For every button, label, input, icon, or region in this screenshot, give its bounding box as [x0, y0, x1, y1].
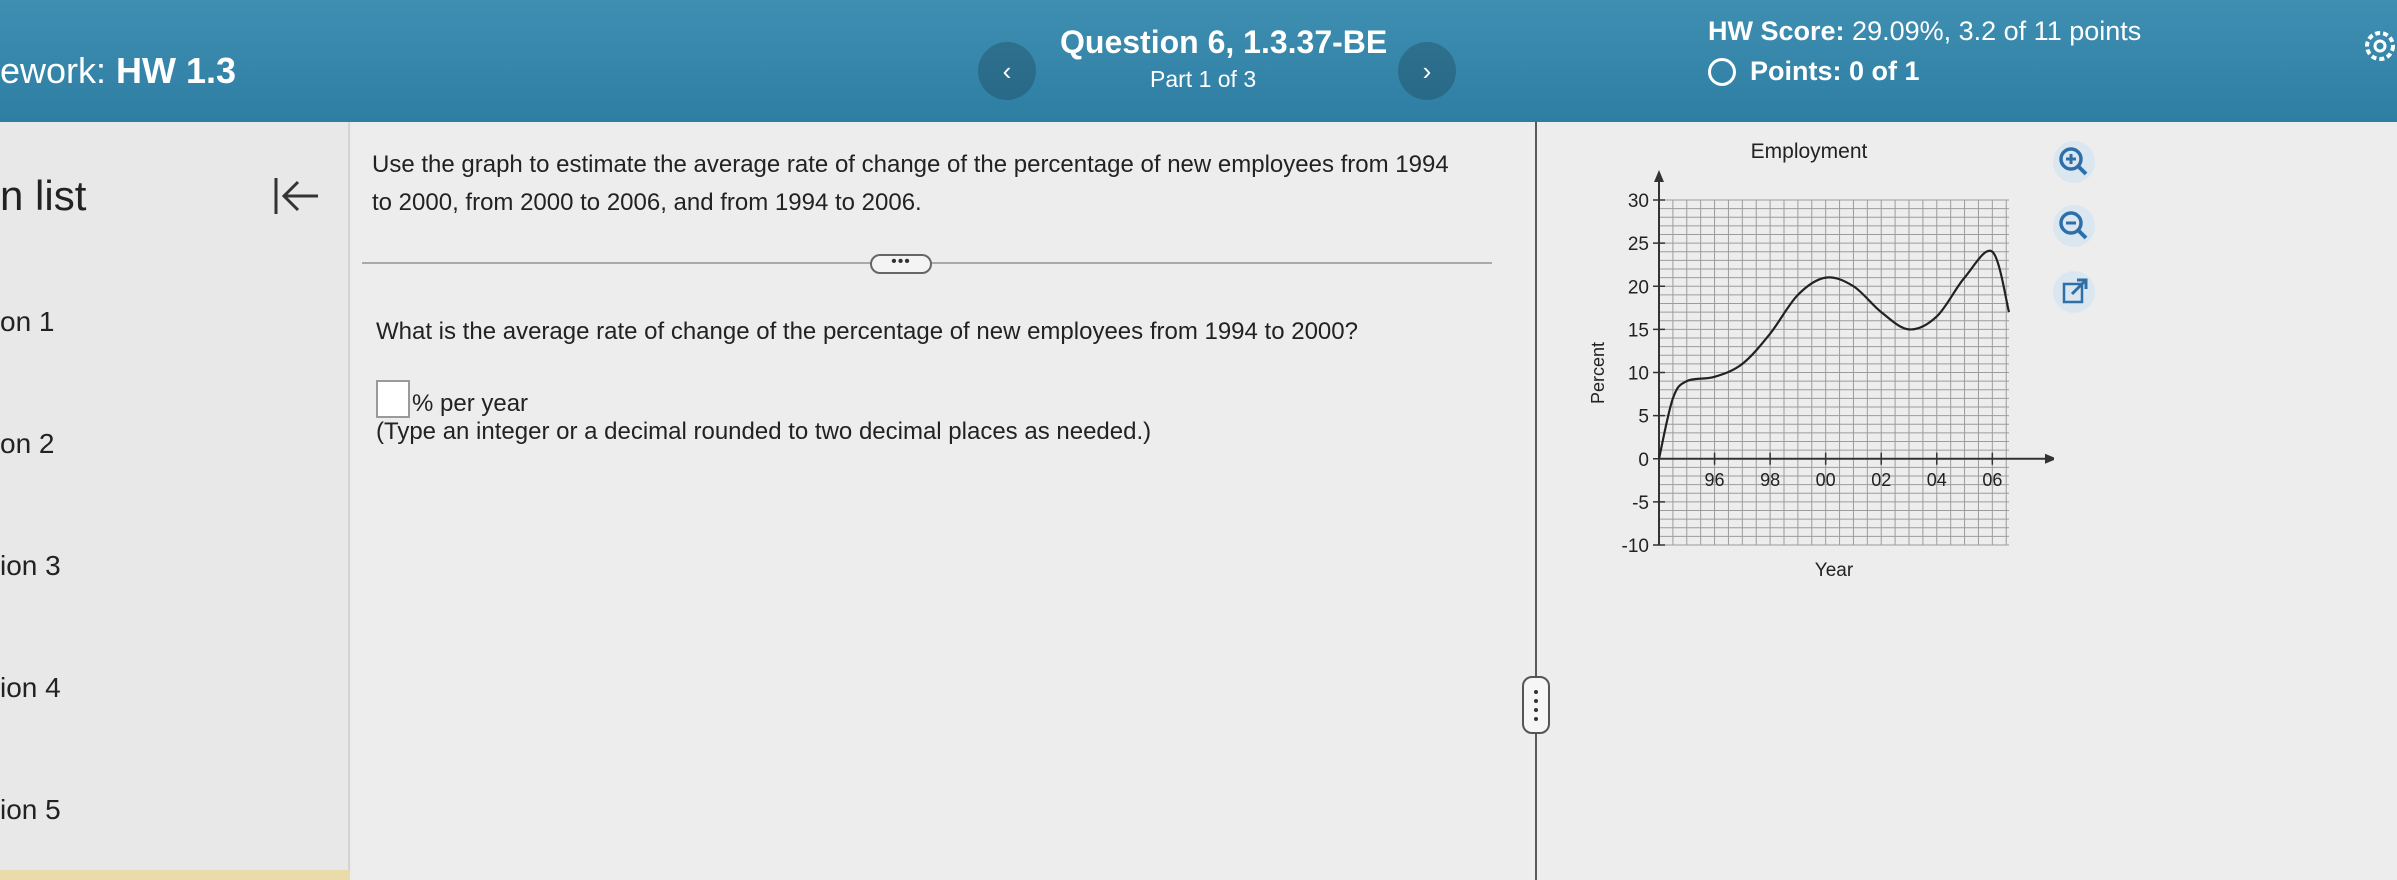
chart-title: Employment	[1751, 140, 1868, 163]
gear-icon[interactable]	[2362, 28, 2397, 64]
y-tick-label: 25	[1628, 234, 1649, 255]
x-tick-label: 04	[1927, 470, 1947, 490]
collapse-sidebar-icon[interactable]	[270, 174, 322, 218]
homework-prefix: ework:	[0, 50, 107, 91]
show-more-button[interactable]: •••	[870, 254, 932, 274]
y-axis-arrow	[1654, 170, 1664, 182]
points-label: Points: 0 of 1	[1750, 56, 1920, 86]
homework-name: HW 1.3	[116, 50, 237, 91]
x-tick-label: 98	[1760, 470, 1780, 490]
sidebar-item-question-1[interactable]: on 1	[0, 306, 55, 338]
y-tick-label: 15	[1628, 320, 1649, 341]
hw-score-label: HW Score:	[1708, 16, 1845, 46]
hw-score: HW Score: 29.09%, 3.2 of 11 points	[1708, 16, 2141, 47]
x-tick-label: 06	[1982, 470, 2002, 490]
sidebar-item-question-5[interactable]: ion 5	[0, 794, 61, 826]
next-question-button[interactable]: ›	[1398, 42, 1456, 100]
sidebar-item-question-3[interactable]: ion 3	[0, 550, 61, 582]
x-axis-arrow	[2045, 453, 2054, 464]
answer-row: % per year	[376, 380, 528, 418]
hw-score-value: 29.09%, 3.2 of 11 points	[1852, 16, 2142, 46]
answer-unit: % per year	[412, 390, 529, 417]
zoom-in-icon[interactable]	[2052, 140, 2096, 184]
chevron-right-icon: ›	[1422, 55, 1432, 86]
sidebar-footer	[0, 870, 350, 880]
zoom-out-icon[interactable]	[2052, 204, 2096, 248]
y-tick-label: 30	[1628, 191, 1649, 212]
y-tick-label: -10	[1622, 536, 1649, 557]
status-circle-icon	[1708, 57, 1736, 86]
question-list-sidebar: n list on 1 on 2 ion 3 ion 4 ion 5	[0, 122, 350, 880]
x-tick-label: 02	[1871, 470, 1891, 490]
chart-grid	[1658, 199, 2009, 546]
answer-hint: (Type an integer or a decimal rounded to…	[376, 418, 1152, 445]
chart-x-axis-label: Year	[1815, 560, 1854, 581]
y-tick-label: 5	[1638, 407, 1649, 428]
question-part: Part 1 of 3	[1150, 66, 1257, 92]
employment-chart: Employment Percent Year 30 25 20 15 10 5 0 -5 -1…	[1588, 140, 2054, 581]
chevron-left-icon: ‹	[1002, 55, 1012, 86]
sidebar-heading: n list	[0, 172, 87, 219]
previous-question-button[interactable]: ‹	[978, 42, 1036, 100]
external-link-icon[interactable]	[2052, 270, 2096, 314]
question-points: Points: 0 of 1	[1708, 56, 1920, 87]
header-bar: ework: HW 1.3 ‹ Question 6, 1.3.37-BE Pa…	[0, 0, 2397, 122]
chart-y-axis-label: Percent	[1588, 342, 1608, 404]
y-tick-label: -5	[1632, 493, 1649, 514]
y-tick-label: 0	[1638, 450, 1649, 471]
sidebar-item-question-2[interactable]: on 2	[0, 428, 55, 460]
answer-input[interactable]	[376, 380, 410, 418]
question-text: What is the average rate of change of th…	[376, 318, 1358, 345]
y-tick-label: 10	[1628, 364, 1649, 385]
x-tick-label: 96	[1705, 470, 1725, 490]
homework-title: ework: HW 1.3	[0, 50, 236, 92]
x-tick-label: 00	[1816, 470, 1836, 490]
question-title: Question 6, 1.3.37-BE	[1060, 24, 1388, 60]
panel-divider	[1535, 122, 1537, 880]
problem-statement: Use the graph to estimate the average ra…	[372, 151, 1449, 216]
sidebar-item-question-4[interactable]: ion 4	[0, 672, 61, 704]
panel-resize-handle[interactable]	[1522, 676, 1550, 734]
y-tick-label: 20	[1628, 277, 1649, 298]
